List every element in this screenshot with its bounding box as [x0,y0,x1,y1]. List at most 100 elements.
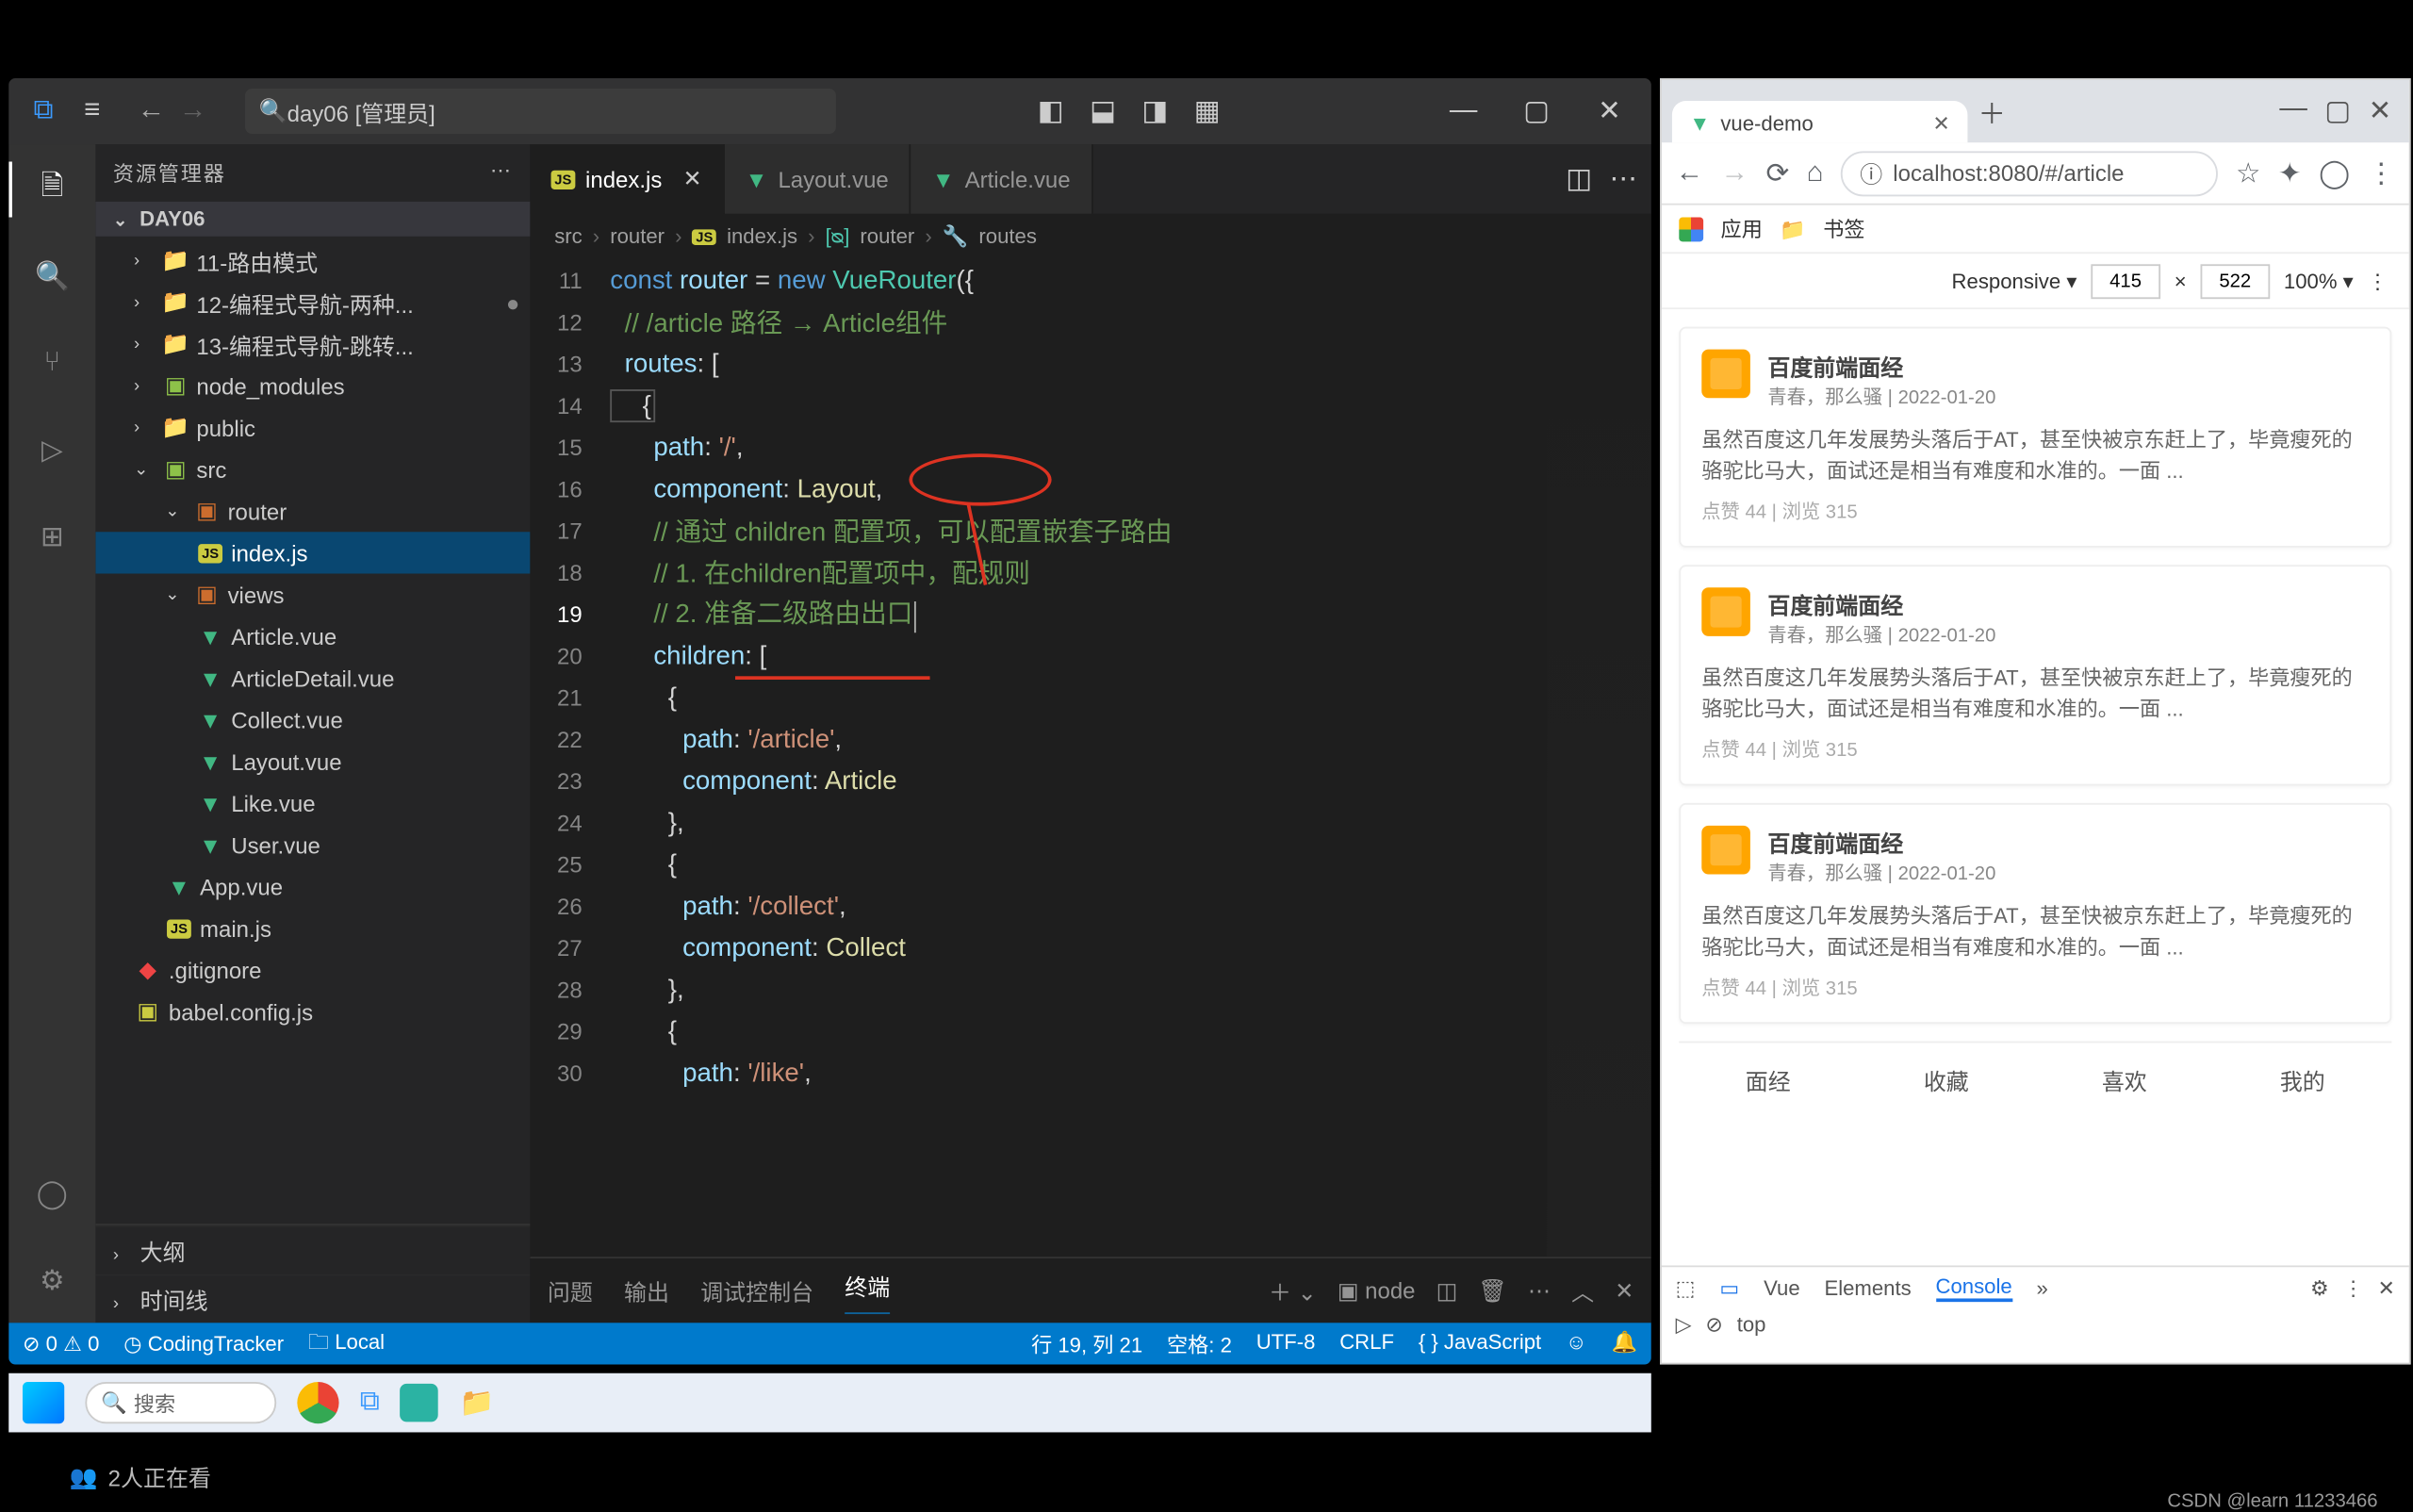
panel-debug[interactable]: 调试控制台 [700,1274,813,1307]
terminal-node[interactable]: ▣ node [1338,1276,1416,1305]
window-maximize-icon[interactable]: ▢ [1505,87,1568,136]
file-app-vue[interactable]: ▼App.vue [95,865,530,907]
new-terminal-icon[interactable]: ＋ ⌄ [1269,1274,1317,1307]
source-control-icon[interactable]: ⑂ [28,339,77,388]
menu-icon[interactable]: ⋮ [2368,156,2396,190]
article-card[interactable]: 百度前端面经青春，那么骚 | 2022-01-20 虽然百度这几年发展势头落后于… [1679,803,2391,1024]
split-editor-icon[interactable]: ◫ [1566,161,1592,196]
more-icon[interactable]: ⋮ [2368,269,2388,293]
more-tabs-icon[interactable]: » [2037,1275,2048,1300]
status-eol[interactable]: CRLF [1339,1329,1394,1358]
file-main-js[interactable]: JSmain.js [95,908,530,949]
panel-problems[interactable]: 问题 [548,1274,593,1307]
phone-viewport[interactable]: 百度前端面经青春，那么骚 | 2022-01-20 虽然百度这几年发展势头落后于… [1662,309,2409,1265]
more-icon[interactable]: ⋮ [2343,1275,2364,1300]
inspect-icon[interactable]: ⬚ [1676,1275,1696,1300]
split-terminal-icon[interactable]: ◫ [1436,1276,1458,1305]
profile-icon[interactable]: ◯ [2319,156,2350,190]
folder-views[interactable]: ⌄▣views [95,574,530,616]
extensions-icon[interactable]: ✦ [2278,156,2302,190]
play-icon[interactable]: ▷ [1676,1312,1692,1337]
reload-icon[interactable]: ⟳ [1766,156,1790,190]
window-minimize-icon[interactable]: — [2279,94,2307,129]
folder-node-modules[interactable]: ›▣node_modules [95,365,530,406]
status-errors[interactable]: ⊘ 0 ⚠ 0 [23,1332,100,1356]
status-cursor-pos[interactable]: 行 19, 列 21 [1031,1329,1142,1358]
panel-terminal[interactable]: 终端 [845,1268,890,1313]
command-center[interactable]: 🔍 day06 [管理员] [245,89,836,134]
menu-button[interactable]: ≡ [68,95,117,126]
panel-bottom-icon[interactable]: ⬓ [1084,94,1123,129]
devtools-elements[interactable]: Elements [1824,1275,1911,1300]
forward-icon[interactable]: → [1721,157,1749,189]
panel-left-icon[interactable]: ◧ [1031,94,1070,129]
start-button[interactable] [23,1382,64,1423]
taskbar-chrome-icon[interactable] [297,1382,338,1423]
file-vue[interactable]: ▼Layout.vue [95,741,530,782]
article-card[interactable]: 百度前端面经青春，那么骚 | 2022-01-20 虽然百度这几年发展势头落后于… [1679,327,2391,548]
window-close-icon[interactable]: ✕ [2369,94,2392,129]
account-icon[interactable]: ◯ [28,1170,77,1219]
taskbar-explorer-icon[interactable]: 📁 [460,1386,495,1421]
new-tab-icon[interactable]: ＋ [1967,80,2016,142]
tab-item[interactable]: 收藏 [1857,1043,2035,1117]
close-icon[interactable]: ✕ [682,165,701,193]
file-index-js[interactable]: JSindex.js [95,532,530,573]
search-tab-icon[interactable]: 🔍 [28,252,77,301]
device-selector[interactable]: Responsive ▾ [1952,269,2077,293]
folder-src[interactable]: ⌄▣src [95,449,530,490]
status-local[interactable]: 🗀 Local [308,1325,385,1362]
context-selector[interactable]: top [1737,1312,1766,1337]
star-icon[interactable]: ☆ [2236,156,2260,190]
file-vue[interactable]: ▼User.vue [95,824,530,865]
clear-icon[interactable]: ⊘ [1705,1312,1723,1337]
project-header[interactable]: ⌄ DAY06 [95,202,530,237]
window-maximize-icon[interactable]: ▢ [2324,94,2351,129]
more-icon[interactable]: ⋯ [1610,161,1638,196]
taskbar-app-icon[interactable] [401,1384,439,1422]
more-icon[interactable]: ⋯ [490,158,513,188]
url-box[interactable]: ⓘlocalhost:8080/#/article [1841,151,2219,196]
status-lang[interactable]: { } JavaScript [1419,1329,1541,1358]
feedback-icon[interactable]: ☺ [1566,1329,1587,1358]
more-icon[interactable]: ⋯ [1528,1276,1551,1305]
minimap[interactable] [1547,259,1651,1257]
chevron-up-icon[interactable]: ︿ [1571,1274,1594,1307]
breadcrumb[interactable]: src› router› JSindex.js› [ᴓ]router› 🔧rou… [530,214,1650,259]
apps-icon[interactable] [1679,217,1703,241]
folder-item[interactable]: ›📁13-编程式导航-跳转... [95,323,530,365]
file-vue[interactable]: ▼Like.vue [95,782,530,824]
zoom-selector[interactable]: 100% ▾ [2284,269,2354,293]
folder-item[interactable]: ›📁12-编程式导航-两种...● [95,282,530,323]
folder-item[interactable]: ›📁11-路由模式 [95,239,530,281]
height-input[interactable] [2200,263,2270,298]
window-minimize-icon[interactable]: — [1432,87,1494,136]
status-encoding[interactable]: UTF-8 [1256,1329,1316,1358]
status-tracker[interactable]: ◷ CodingTracker [123,1332,284,1356]
devtools-vue[interactable]: Vue [1764,1275,1800,1300]
trash-icon[interactable]: 🗑 [1478,1276,1506,1305]
back-icon[interactable]: ← [1676,157,1704,189]
file-gitignore[interactable]: ◆.gitignore [95,949,530,991]
folder-public[interactable]: ›📁public [95,406,530,448]
taskbar-vscode-icon[interactable]: ⧉ [360,1388,380,1419]
tab-item[interactable]: 面经 [1679,1043,1857,1117]
explorer-icon[interactable]: 🗎 [28,165,77,214]
file-vue[interactable]: ▼ArticleDetail.vue [95,657,530,698]
gear-icon[interactable]: ⚙ [2310,1275,2329,1300]
folder-router[interactable]: ⌄▣router [95,490,530,532]
code-editor[interactable]: 11const router = new VueRouter({ 12 // /… [530,259,1650,1257]
file-vue[interactable]: ▼Article.vue [95,616,530,657]
debug-icon[interactable]: ▷ [28,426,77,475]
extensions-icon[interactable]: ⊞ [28,513,77,562]
file-vue[interactable]: ▼Collect.vue [95,698,530,740]
nav-forward-icon[interactable]: → [179,95,207,126]
tab-item[interactable]: 我的 [2213,1043,2391,1117]
panel-right-icon[interactable]: ◨ [1136,94,1174,129]
window-close-icon[interactable]: ✕ [1578,87,1640,136]
bell-icon[interactable]: 🔔 [1611,1329,1637,1358]
tab-article-vue[interactable]: ▼Article.vue [911,144,1093,214]
panel-output[interactable]: 输出 [624,1274,669,1307]
status-spaces[interactable]: 空格: 2 [1167,1329,1232,1358]
nav-back-icon[interactable]: ← [138,95,166,126]
